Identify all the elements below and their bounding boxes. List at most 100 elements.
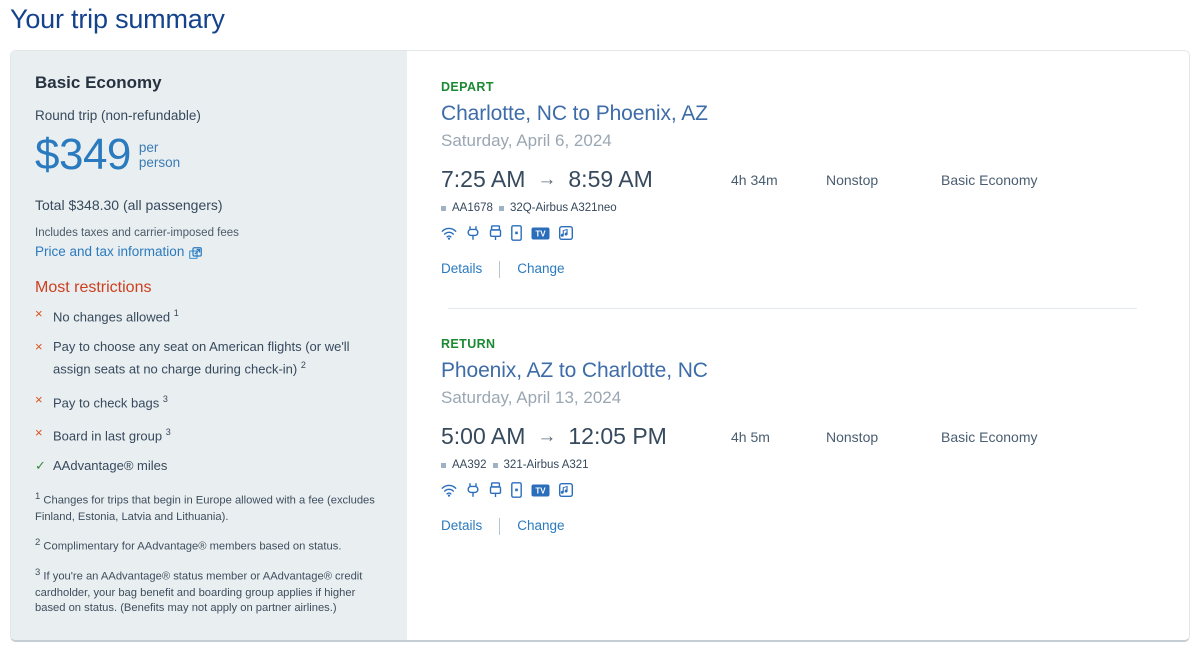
flight-segments-panel: DEPART Charlotte, NC to Phoenix, AZ Satu… [407,51,1189,640]
flight-number: AA392 [452,459,487,471]
segment-route: Charlotte, NC to Phoenix, AZ [441,102,708,125]
flight-meta: AA392 321-Airbus A321 [441,457,731,473]
device-streaming-icon [511,482,522,498]
footnote-ref: 3 [165,426,171,437]
price-unit: per person [139,140,180,170]
segment-direction-label: DEPART [441,80,494,94]
bullet-square-icon [498,205,504,211]
cross-icon: × [35,424,43,440]
bullet-square-icon [441,462,446,468]
flight-segment-depart: DEPART Charlotte, NC to Phoenix, AZ Satu… [441,79,1157,278]
music-icon [559,483,573,497]
segment-direction-label: RETURN [441,337,496,351]
price-amount: $349 [35,130,131,179]
wifi-icon [441,227,457,240]
details-link[interactable]: Details [441,260,482,278]
tv-icon: TV [531,484,550,497]
bullet-square-icon [492,462,498,468]
restrictions-heading: Most restrictions [35,279,152,296]
change-link[interactable]: Change [517,517,564,535]
includes-taxes-note: Includes taxes and carrier-imposed fees [35,227,239,239]
footnote-ref: 2 [300,360,306,371]
amenities-row: TV [441,224,731,242]
fare-name: Basic Economy [35,73,162,92]
flight-cabin: Basic Economy [941,172,1038,188]
power-outlet-icon [466,225,480,241]
restriction-item: × No changes allowed 1 [35,304,383,326]
footnote-text: Changes for trips that begin in Europe a… [35,495,375,523]
flight-duration: 4h 5m [731,429,770,445]
flight-meta: AA1678 32Q-Airbus A321neo [441,200,731,216]
tv-icon: TV [531,227,550,240]
footnote-text: If you're an AAdvantage® status member o… [35,571,363,615]
cross-icon: × [35,306,43,321]
usb-power-icon [489,225,502,241]
bag-and-optional-fees-label: Bag and optional fees [35,639,166,641]
footnote: 1 Changes for trips that begin in Europe… [35,489,383,525]
total-price: Total $348.30 (all passengers) [35,197,223,213]
power-outlet-icon [466,482,480,498]
flight-duration: 4h 34m [731,172,778,188]
price-row: $349 per person [35,132,383,178]
arrive-time: 12:05 PM [568,423,667,449]
footnotes: 1 Changes for trips that begin in Europe… [35,489,383,616]
divider [499,517,501,535]
external-link-icon [189,246,203,260]
change-link[interactable]: Change [517,260,564,278]
price-unit-line1: per [138,140,159,155]
details-link[interactable]: Details [441,517,482,535]
segment-actions: Details Change [441,517,1157,535]
price-unit-line2: person [138,155,181,170]
usb-power-icon [489,482,502,498]
segment-route: Phoenix, AZ to Charlotte, NC [441,359,708,382]
footnote-number: 2 [35,537,41,549]
footnote: 2 Complimentary for AAdvantage® members … [35,535,383,555]
restriction-text: Board in last group 3 [53,426,171,444]
restriction-text: Pay to choose any seat on American fligh… [53,339,350,377]
aircraft-type: 321-Airbus A321 [503,459,589,471]
bullet-square-icon [441,205,446,211]
fare-summary-panel: Basic Economy Round trip (non-refundable… [11,51,407,640]
restrictions-list: × No changes allowed 1 × Pay to choose a… [35,304,383,475]
svg-text:TV: TV [535,486,546,495]
segment-date: Saturday, April 6, 2024 [441,131,612,150]
flight-segment-return: RETURN Phoenix, AZ to Charlotte, NC Satu… [441,309,1157,535]
divider [499,260,501,278]
arrive-time: 8:59 AM [568,166,653,192]
wifi-icon [441,484,457,497]
segment-detail-row: 7:25 AM → 8:59 AM AA1678 32Q-Airbus A321… [441,164,1157,242]
amenities-row: TV [441,481,731,499]
segment-times-column: 5:00 AM → 12:05 PM AA392 321-Airbus A321 [441,421,731,499]
footnote-number: 1 [35,491,41,503]
restriction-text: Pay to check bags 3 [53,393,168,410]
price-and-tax-information-label: Price and tax information [35,244,185,259]
segment-times: 7:25 AM → 8:59 AM [441,164,731,197]
footnote-ref: 1 [173,308,179,318]
segment-times-column: 7:25 AM → 8:59 AM AA1678 32Q-Airbus A321… [441,164,731,242]
restriction-item: × Pay to choose any seat on American fli… [35,337,383,378]
cross-icon: × [35,339,43,355]
trip-summary-page: Your trip summary Basic Economy Round tr… [0,0,1200,647]
check-icon: ✓ [35,458,46,474]
price-and-tax-information-link[interactable]: Price and tax information [35,243,203,261]
segment-times: 5:00 AM → 12:05 PM [441,421,731,454]
depart-time: 5:00 AM [441,423,526,449]
flight-stops: Nonstop [826,429,879,445]
footnote-number: 3 [35,567,41,579]
segment-actions: Details Change [441,260,1157,278]
trip-type: Round trip (non-refundable) [35,108,201,123]
segment-date: Saturday, April 13, 2024 [441,388,622,407]
device-streaming-icon [511,225,522,241]
aircraft-type: 32Q-Airbus A321neo [509,202,617,214]
svg-text:TV: TV [535,229,546,238]
flight-cabin: Basic Economy [941,429,1038,445]
footnote-ref: 3 [162,393,168,404]
cross-icon: × [35,391,43,407]
restriction-text: No changes allowed 1 [53,308,179,325]
arrow-right-icon: → [537,426,557,447]
flight-stops: Nonstop [826,172,879,188]
bag-and-optional-fees-link[interactable]: Bag and optional fees [35,639,184,641]
restriction-text: AAdvantage® miles [53,458,168,474]
page-title: Your trip summary [10,4,225,34]
flight-number: AA1678 [452,202,493,214]
